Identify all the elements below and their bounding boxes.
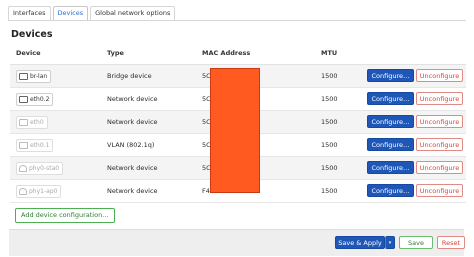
save-apply-button[interactable]: Save & Apply xyxy=(335,236,385,249)
device-badge: eth0.1 xyxy=(16,139,54,152)
mac-address: F4 xyxy=(202,187,210,195)
device-name: br-lan xyxy=(30,73,48,80)
device-badge: eth0.2 xyxy=(16,93,54,106)
unconfigure-button[interactable]: Unconfigure xyxy=(416,161,463,174)
mtu-value: 1500 xyxy=(321,164,338,172)
device-badge: phy0-sta0 xyxy=(16,162,64,175)
mtu-value: 1500 xyxy=(321,72,338,80)
save-apply-dropdown[interactable]: ▾ xyxy=(385,236,395,249)
ethernet-icon xyxy=(19,119,28,126)
device-type: Network device xyxy=(107,118,158,126)
section-title: Devices xyxy=(11,29,53,40)
ethernet-icon xyxy=(19,142,28,149)
device-type: Network device xyxy=(107,187,158,195)
footer-bar: Save & Apply ▾ Save Reset xyxy=(9,229,465,256)
column-header-mtu: MTU xyxy=(321,49,338,57)
mtu-value: 1500 xyxy=(321,95,338,103)
device-badge: eth0 xyxy=(16,116,48,129)
wifi-icon xyxy=(19,188,27,195)
device-badge: phy1-ap0 xyxy=(16,185,62,198)
tab-divider xyxy=(8,20,466,21)
configure-button[interactable]: Configure… xyxy=(367,115,414,128)
mtu-value: 1500 xyxy=(321,141,338,149)
save-button[interactable]: Save xyxy=(399,236,433,249)
device-name: eth0.1 xyxy=(30,142,50,149)
device-name: phy1-ap0 xyxy=(29,188,58,195)
column-header-mac: MAC Address xyxy=(202,49,251,57)
configure-button[interactable]: Configure… xyxy=(367,161,414,174)
tab-devices[interactable]: Devices xyxy=(52,6,89,20)
bridge-icon xyxy=(19,73,28,80)
device-badge: br-lan xyxy=(16,70,52,83)
device-name: eth0.2 xyxy=(30,96,50,103)
unconfigure-button[interactable]: Unconfigure xyxy=(416,115,463,128)
ethernet-icon xyxy=(19,96,28,103)
wifi-icon xyxy=(19,165,27,172)
column-header-type: Type xyxy=(107,49,124,57)
device-type: Network device xyxy=(107,164,158,172)
device-type: Network device xyxy=(107,95,158,103)
device-name: phy0-sta0 xyxy=(29,165,60,172)
mtu-value: 1500 xyxy=(321,187,338,195)
redaction-box xyxy=(210,68,260,193)
configure-button[interactable]: Configure… xyxy=(367,92,414,105)
mtu-value: 1500 xyxy=(321,118,338,126)
reset-button[interactable]: Reset xyxy=(437,236,465,249)
unconfigure-button[interactable]: Unconfigure xyxy=(416,92,463,105)
device-type: Bridge device xyxy=(107,72,152,80)
unconfigure-button[interactable]: Unconfigure xyxy=(416,138,463,151)
configure-button[interactable]: Configure… xyxy=(367,138,414,151)
tab-global-network-options[interactable]: Global network options xyxy=(90,6,176,20)
add-device-configuration-button[interactable]: Add device configuration… xyxy=(15,208,115,223)
tab-bar: Interfaces Devices Global network option… xyxy=(8,4,177,21)
unconfigure-button[interactable]: Unconfigure xyxy=(416,184,463,197)
configure-button[interactable]: Configure… xyxy=(367,69,414,82)
unconfigure-button[interactable]: Unconfigure xyxy=(416,69,463,82)
configure-button[interactable]: Configure… xyxy=(367,184,414,197)
device-type: VLAN (802.1q) xyxy=(107,141,155,149)
table-header: Device Type MAC Address MTU xyxy=(10,44,466,65)
column-header-device: Device xyxy=(16,49,41,57)
device-name: eth0 xyxy=(30,119,44,126)
tab-interfaces[interactable]: Interfaces xyxy=(8,6,51,20)
